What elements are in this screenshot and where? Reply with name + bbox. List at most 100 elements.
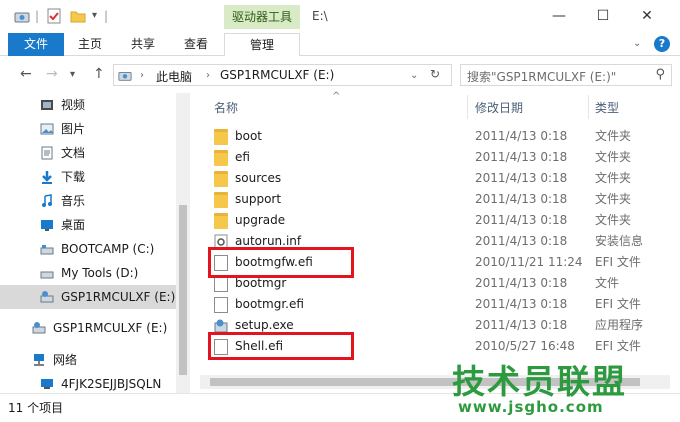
network-icon <box>34 354 44 366</box>
column-header-date[interactable]: 修改日期 <box>475 99 523 116</box>
nav-item-label: 桌面 <box>61 218 86 232</box>
desktop-icon <box>41 220 53 231</box>
file-type: 应用程序 <box>595 318 644 332</box>
file-name: upgrade <box>235 213 286 227</box>
scrollbar-thumb[interactable] <box>179 205 187 375</box>
search-input[interactable]: 搜索"GSP1RMCULXF (E:)" ⚲ <box>460 64 672 86</box>
dvd-drive-icon <box>32 322 46 334</box>
file-row-efi[interactable]: efi 2011/4/13 0:18 文件夹 <box>208 147 668 168</box>
nav-item-documents[interactable]: 文档 <box>0 141 176 165</box>
search-icon[interactable]: ⚲ <box>655 67 665 82</box>
file-list: ^ 名称 修改日期 类型 boot 2011/4/13 0:18 文件夹 efi… <box>192 91 680 393</box>
file-icon <box>214 297 228 313</box>
tab-file[interactable]: 文件 <box>8 33 64 56</box>
nav-item-music[interactable]: 音乐 <box>0 189 176 213</box>
help-icon[interactable]: ? <box>654 36 670 52</box>
dvd-drive-icon <box>40 291 54 303</box>
file-name: bootmgr.efi <box>235 297 304 311</box>
download-icon <box>42 171 52 184</box>
address-row: ← → ▾ ↑ › 此电脑 › GSP1RMCULXF (E:) ⌄ ↻ 搜索"… <box>0 56 680 93</box>
maximize-button[interactable]: ☐ <box>584 4 622 28</box>
folder-icon <box>214 171 228 187</box>
address-dropdown-icon[interactable]: ⌄ <box>410 70 418 81</box>
file-date: 2011/4/13 0:18 <box>475 276 568 290</box>
file-row-upgrade[interactable]: upgrade 2011/4/13 0:18 文件夹 <box>208 210 668 231</box>
file-name: boot <box>235 129 263 143</box>
nav-pane-scrollbar[interactable] <box>176 93 190 393</box>
folder-icon <box>214 150 228 166</box>
nav-item-dvd-e[interactable]: GSP1RMCULXF (E:) <box>0 316 176 340</box>
up-arrow-icon[interactable]: ↑ <box>93 66 105 82</box>
file-date: 2011/4/13 0:18 <box>475 192 568 206</box>
nav-item-desktop[interactable]: 桌面 <box>0 213 176 237</box>
nav-item-bootcamp-c[interactable]: BOOTCAMP (C:) <box>0 237 176 261</box>
video-icon <box>41 100 53 110</box>
column-header-name[interactable]: 名称 <box>214 99 238 116</box>
tab-share[interactable]: 共享 <box>131 33 155 56</box>
column-divider[interactable] <box>588 95 589 119</box>
search-placeholder: 搜索"GSP1RMCULXF (E:)" <box>467 70 617 84</box>
watermark-url: www.jsgho.com <box>458 398 604 416</box>
file-type: 文件 <box>595 276 620 290</box>
nav-item-label: 视频 <box>61 98 86 112</box>
nav-item-label: GSP1RMCULXF (E:) <box>53 321 168 335</box>
nav-item-pictures[interactable]: 图片 <box>0 117 176 141</box>
nav-item-label: 文档 <box>61 146 86 160</box>
breadcrumb-drive-e[interactable]: GSP1RMCULXF (E:) <box>220 68 334 82</box>
file-date: 2011/4/13 0:18 <box>475 213 568 227</box>
highlight-box-shell <box>208 332 354 360</box>
file-row-sources[interactable]: sources 2011/4/13 0:18 文件夹 <box>208 168 668 189</box>
drive-icon <box>40 271 54 279</box>
drive-icon <box>40 245 54 255</box>
column-divider[interactable] <box>467 95 468 119</box>
file-row-support[interactable]: support 2011/4/13 0:18 文件夹 <box>208 189 668 210</box>
nav-item-videos[interactable]: 视频 <box>0 93 176 117</box>
nav-item-dvd-e-selected[interactable]: GSP1RMCULXF (E:) <box>0 285 176 309</box>
minimize-button[interactable]: — <box>540 4 578 28</box>
refresh-icon[interactable]: ↻ <box>430 67 440 81</box>
file-date: 2011/4/13 0:18 <box>475 150 568 164</box>
tab-home[interactable]: 主页 <box>78 33 102 56</box>
ribbon-tabs: 文件 主页 共享 查看 管理 ⌄ ? <box>0 33 680 57</box>
file-type: 文件夹 <box>595 213 632 227</box>
breadcrumb-this-pc[interactable]: 此电脑 <box>156 68 192 85</box>
music-icon <box>42 194 52 207</box>
address-bar[interactable]: › 此电脑 › GSP1RMCULXF (E:) ⌄ ↻ <box>113 64 452 86</box>
nav-item-mytools-d[interactable]: My Tools (D:) <box>0 261 176 285</box>
nav-item-label: 音乐 <box>61 194 86 208</box>
tab-manage[interactable]: 管理 <box>224 33 300 57</box>
file-name: efi <box>235 150 250 164</box>
file-row-boot[interactable]: boot 2011/4/13 0:18 文件夹 <box>208 126 668 147</box>
sort-ascending-icon: ^ <box>332 91 341 102</box>
folder-icon <box>214 192 228 208</box>
documents-icon <box>41 146 53 160</box>
nav-item-label: 图片 <box>61 122 86 136</box>
recent-locations-icon[interactable]: ▾ <box>70 69 75 80</box>
nav-item-label: 网络 <box>53 353 78 367</box>
drive-tools-context-tab: 驱动器工具 <box>224 5 300 29</box>
nav-item-label: My Tools (D:) <box>61 266 139 280</box>
nav-item-label: BOOTCAMP (C:) <box>61 242 155 256</box>
nav-item-network[interactable]: 网络 <box>0 348 176 372</box>
tab-view[interactable]: 查看 <box>184 33 208 56</box>
file-row-bootmgr-efi[interactable]: bootmgr.efi 2011/4/13 0:18 EFI 文件 <box>208 294 668 315</box>
forward-arrow-icon[interactable]: → <box>46 66 58 82</box>
highlight-box-bootmgfw <box>208 247 354 278</box>
nav-item-downloads[interactable]: 下载 <box>0 165 176 189</box>
window-title: E:\ <box>312 9 328 23</box>
file-type: 文件夹 <box>595 129 632 143</box>
new-folder-icon[interactable] <box>70 8 86 24</box>
file-icon <box>214 276 228 292</box>
file-date: 2011/4/13 0:18 <box>475 129 568 143</box>
properties-icon[interactable] <box>46 8 62 24</box>
title-bar: | ▾ | 驱动器工具 E:\ — ☐ ✕ <box>0 0 680 33</box>
item-count: 11 个项目 <box>8 401 64 415</box>
ribbon-expand-icon[interactable]: ⌄ <box>633 38 641 49</box>
nav-item-label: 下载 <box>61 170 86 184</box>
drive-icon <box>14 12 30 23</box>
column-header-type[interactable]: 类型 <box>595 99 619 116</box>
close-button[interactable]: ✕ <box>628 4 666 28</box>
back-arrow-icon[interactable]: ← <box>20 66 32 82</box>
customize-quick-access-icon[interactable]: ▾ <box>92 8 97 24</box>
file-type: EFI 文件 <box>595 297 641 311</box>
